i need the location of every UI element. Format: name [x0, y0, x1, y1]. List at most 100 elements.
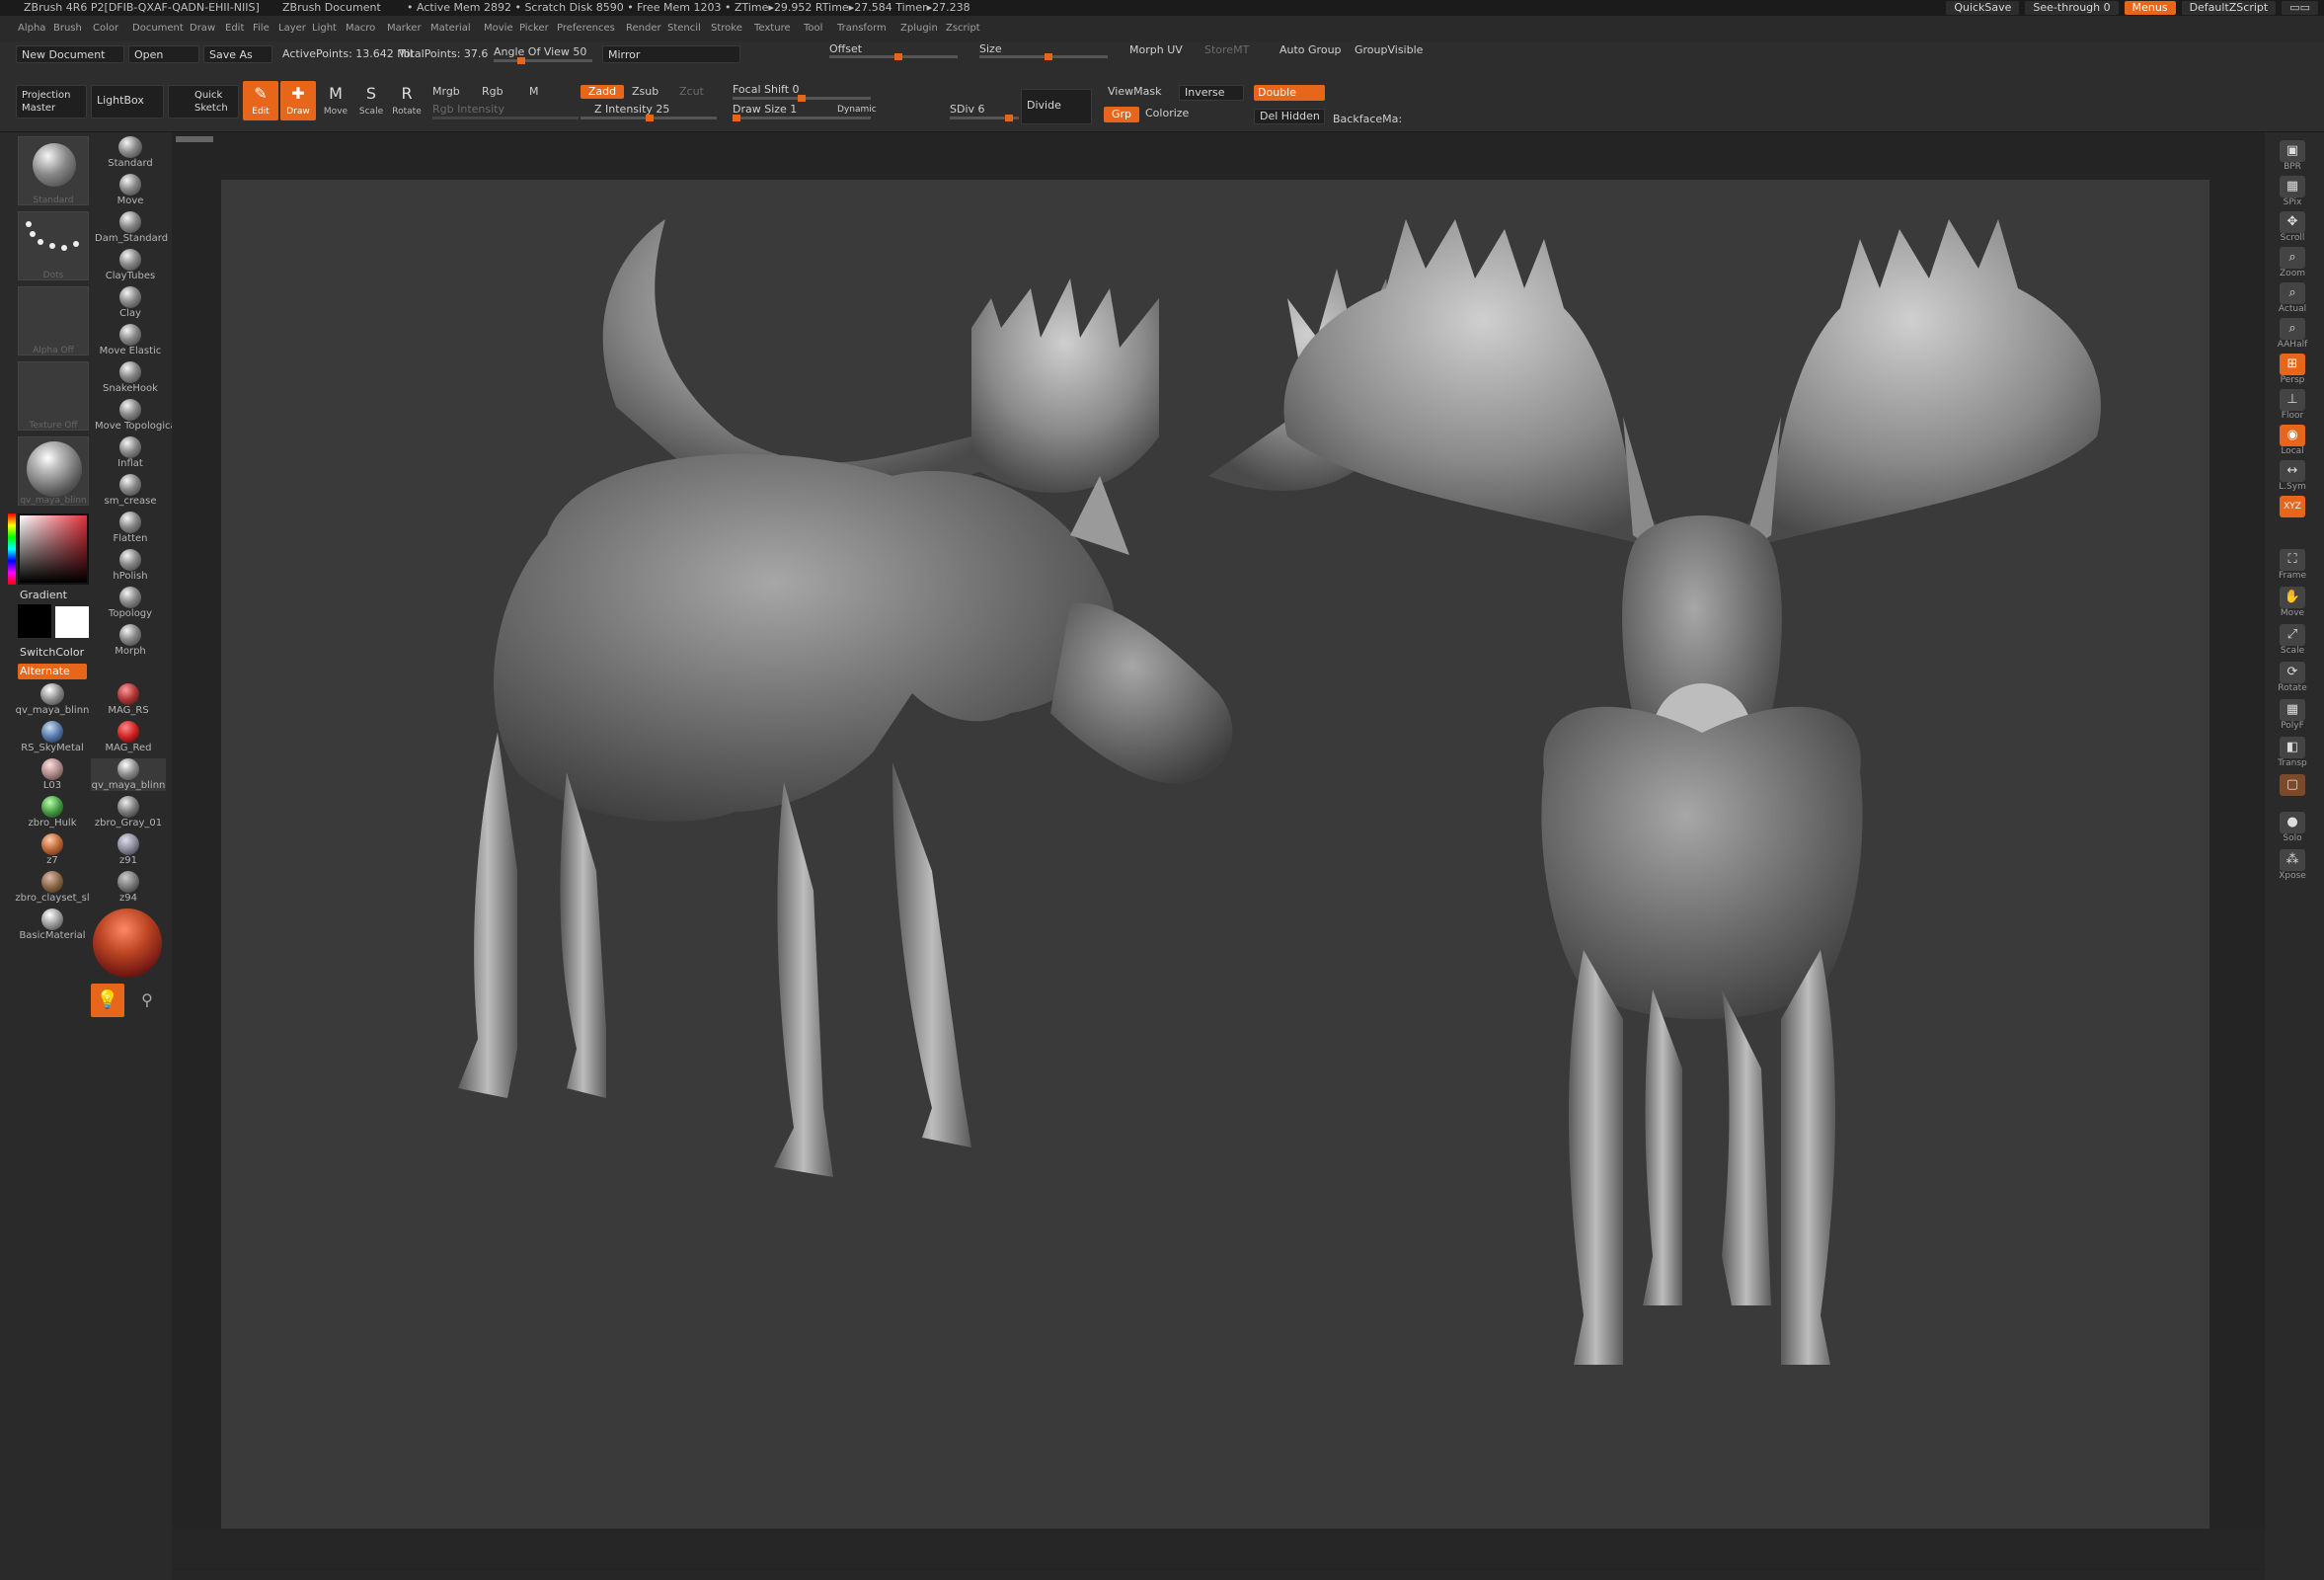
rgb-intensity-track[interactable]: [432, 117, 579, 119]
brush-inflat[interactable]: Inflat: [95, 436, 166, 469]
current-alpha-thumb[interactable]: Alpha Off: [18, 286, 89, 356]
menu-macro[interactable]: Macro: [346, 16, 375, 41]
sdiv-slider[interactable]: SDiv 6: [950, 103, 985, 116]
zoom-button[interactable]: ⌕ Zoom: [2275, 247, 2310, 280]
m-button[interactable]: M: [529, 85, 539, 98]
menu-file[interactable]: File: [253, 16, 270, 41]
zadd-button[interactable]: Zadd: [581, 85, 624, 99]
menu-zscript[interactable]: Zscript: [946, 16, 980, 41]
material-mag-rs[interactable]: MAG_RS: [91, 683, 166, 716]
group-visible-button[interactable]: GroupVisible: [1355, 43, 1423, 56]
red-material-preview[interactable]: [93, 908, 162, 978]
material-qv-maya-blinn[interactable]: qv_maya_blinn: [14, 683, 91, 716]
angle-of-view-slider[interactable]: Angle Of View 50: [494, 45, 586, 58]
angle-of-view-knob[interactable]: [517, 57, 525, 64]
secondary-color-swatch[interactable]: [55, 606, 89, 638]
size-slider[interactable]: Size: [979, 42, 1002, 55]
move-mode-button[interactable]: M Move: [318, 81, 353, 120]
material-zbro-clayset[interactable]: zbro_clayset_sl: [14, 871, 91, 904]
del-hidden-button[interactable]: Del Hidden: [1254, 109, 1325, 124]
morph-uv-button[interactable]: Morph UV: [1129, 43, 1183, 56]
transp-button[interactable]: ◧ Transp: [2275, 737, 2310, 770]
menu-picker[interactable]: Picker: [519, 16, 549, 41]
solo-button[interactable]: ● Solo: [2275, 812, 2310, 845]
menus-button[interactable]: Menus: [2124, 1, 2176, 15]
new-document-button[interactable]: New Document: [16, 45, 124, 63]
dynamic-toggle[interactable]: Dynamic: [837, 105, 877, 115]
current-material-thumb[interactable]: qv_maya_blinn: [18, 436, 89, 506]
gradient-label[interactable]: Gradient: [20, 589, 67, 601]
brush-move-elastic[interactable]: Move Elastic: [95, 324, 166, 356]
scroll-button[interactable]: ✥ Scroll: [2275, 211, 2310, 245]
offset-track[interactable]: [829, 53, 958, 60]
material-z7[interactable]: z7: [14, 833, 91, 866]
rotate-mode-button[interactable]: R Rotate: [389, 81, 425, 120]
menu-stencil[interactable]: Stencil: [667, 16, 701, 41]
menu-movie[interactable]: Movie: [484, 16, 513, 41]
brush-move[interactable]: Move: [95, 174, 166, 206]
zcut-button[interactable]: Zcut: [679, 85, 704, 98]
brush-morph[interactable]: Morph: [95, 624, 166, 657]
persp-button[interactable]: ⊞ Persp: [2275, 354, 2310, 387]
brush-topology[interactable]: Topology: [95, 587, 166, 619]
material-z94[interactable]: z94: [91, 871, 166, 904]
spix-slider[interactable]: ▦ SPix: [2275, 176, 2310, 209]
menu-marker[interactable]: Marker: [387, 16, 422, 41]
switch-color-button[interactable]: SwitchColor: [20, 646, 84, 659]
brush-standard[interactable]: Standard: [95, 136, 166, 169]
hue-strip[interactable]: [8, 514, 16, 585]
menu-light[interactable]: Light: [312, 16, 337, 41]
menu-document[interactable]: Document: [132, 16, 184, 41]
backface-mask-button[interactable]: BackfaceMa:: [1333, 113, 1402, 125]
sdiv-track[interactable]: [950, 115, 1019, 121]
scale-mode-button[interactable]: S Scale: [353, 81, 389, 120]
draw-size-slider[interactable]: Draw Size 1: [733, 103, 797, 116]
polyf-button[interactable]: ▦ PolyF: [2275, 699, 2310, 733]
size-track[interactable]: [979, 53, 1108, 60]
floor-button[interactable]: ⊥ Floor: [2275, 389, 2310, 423]
rotate-view-button[interactable]: ⟳ Rotate: [2275, 662, 2310, 695]
focal-shift-slider[interactable]: Focal Shift 0: [733, 83, 800, 96]
material-l03[interactable]: L03: [14, 758, 91, 791]
menu-tool[interactable]: Tool: [804, 16, 822, 41]
material-qv-maya-blinn-2[interactable]: qv_maya_blinn: [91, 758, 166, 791]
viewmask-button[interactable]: ViewMask: [1108, 85, 1161, 98]
projection-master-button[interactable]: Projection Master: [16, 85, 87, 118]
angle-of-view-track[interactable]: [494, 57, 592, 64]
quicksave-button[interactable]: QuickSave: [1946, 1, 2020, 15]
open-button[interactable]: Open: [128, 45, 199, 63]
brush-claytubes[interactable]: ClayTubes: [95, 249, 166, 281]
aahalf-button[interactable]: ⌕ AAHalf: [2275, 318, 2310, 352]
menu-material[interactable]: Material: [430, 16, 471, 41]
scale-view-button[interactable]: ⤢ Scale: [2275, 624, 2310, 658]
menu-color[interactable]: Color: [93, 16, 118, 41]
draw-mode-button[interactable]: ✚ Draw: [280, 81, 316, 120]
bpr-button[interactable]: ▣ BPR: [2275, 140, 2310, 174]
focal-shift-track[interactable]: [733, 95, 871, 102]
brush-dam-standard[interactable]: Dam_Standard: [95, 211, 168, 244]
rgb-intensity-slider[interactable]: Rgb Intensity: [432, 103, 504, 116]
move-view-button[interactable]: ✋ Move: [2275, 587, 2310, 620]
menu-alpha[interactable]: Alpha: [18, 16, 45, 41]
z-intensity-slider[interactable]: Z Intensity 25: [594, 103, 669, 116]
draw-size-track[interactable]: [733, 115, 871, 121]
material-zbro-hulk[interactable]: zbro_Hulk: [14, 796, 91, 829]
xyz-button[interactable]: XYZ: [2275, 496, 2310, 529]
material-rs-skymetal[interactable]: RS_SkyMetal: [14, 721, 91, 753]
menu-brush[interactable]: Brush: [53, 16, 82, 41]
menu-transform[interactable]: Transform: [837, 16, 887, 41]
light-bulb-off-icon[interactable]: ⚲: [132, 984, 162, 1017]
brush-hpolish[interactable]: hPolish: [95, 549, 166, 582]
store-mt-button[interactable]: StoreMT: [1204, 43, 1249, 56]
inverse-button[interactable]: Inverse: [1179, 85, 1244, 101]
menu-layer[interactable]: Layer: [278, 16, 306, 41]
brush-move-topological[interactable]: Move Topologica: [95, 399, 177, 432]
menu-preferences[interactable]: Preferences: [557, 16, 615, 41]
brush-sm-crease[interactable]: sm_crease: [95, 474, 166, 507]
material-z91[interactable]: z91: [91, 833, 166, 866]
divide-button[interactable]: Divide: [1021, 89, 1092, 124]
local-button[interactable]: ◉ Local: [2275, 425, 2310, 458]
save-as-button[interactable]: Save As: [203, 45, 272, 63]
edit-mode-button[interactable]: ✎ Edit: [243, 81, 278, 120]
lsym-button[interactable]: ↔ L.Sym: [2275, 460, 2310, 494]
